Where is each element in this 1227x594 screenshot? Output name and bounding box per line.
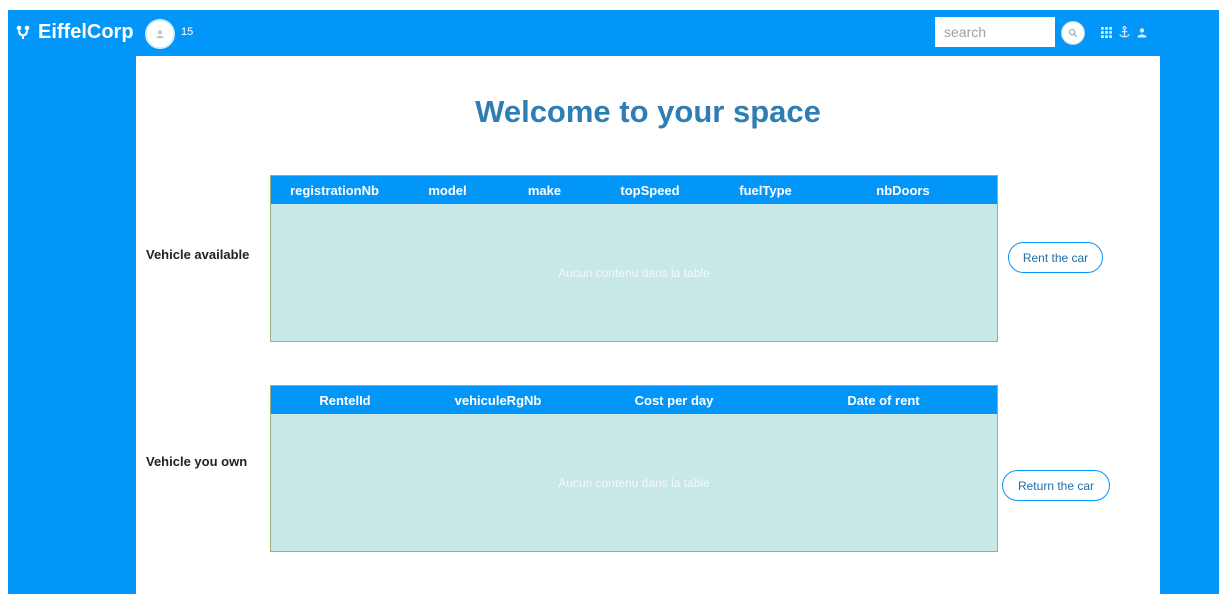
column-header-cost-per-day[interactable]: Cost per day (577, 393, 771, 408)
brand-name: EiffelCorp (38, 20, 134, 43)
header-icons (1100, 25, 1148, 39)
main-panel: Welcome to your space Vehicle available … (136, 56, 1160, 594)
return-the-car-button[interactable]: Return the car (1002, 470, 1110, 501)
available-vehicles-table: registrationNb model make topSpeed fuelT… (270, 175, 998, 342)
column-header-vehiculergnb[interactable]: vehiculeRgNb (419, 393, 577, 408)
empty-table-message: Aucun contenu dans la table (558, 266, 710, 280)
vehicle-available-label: Vehicle available (146, 247, 250, 262)
user-icon[interactable] (1136, 25, 1148, 39)
page-title: Welcome to your space (475, 94, 821, 129)
owned-vehicles-table: RentelId vehiculeRgNb Cost per day Date … (270, 385, 998, 552)
column-header-registrationnb[interactable]: registrationNb (271, 183, 398, 198)
column-header-make[interactable]: make (497, 183, 592, 198)
table-header: RentelId vehiculeRgNb Cost per day Date … (271, 386, 997, 414)
column-header-date-of-rent[interactable]: Date of rent (771, 393, 996, 408)
vehicle-you-own-label: Vehicle you own (146, 454, 248, 469)
search-input[interactable] (935, 17, 1055, 47)
logo-icon (14, 23, 32, 41)
brand-logo[interactable]: EiffelCorp (14, 20, 134, 44)
grid-icon[interactable] (1100, 25, 1112, 39)
empty-table-message: Aucun contenu dans la table (558, 476, 710, 490)
rent-the-car-button[interactable]: Rent the car (1008, 242, 1103, 273)
avatar[interactable] (145, 19, 175, 49)
column-header-fueltype[interactable]: fuelType (708, 183, 823, 198)
user-avatar-icon (156, 30, 164, 39)
search-button[interactable] (1061, 21, 1085, 45)
top-navbar: EiffelCorp 15 (8, 10, 1219, 56)
notification-count: 15 (181, 26, 194, 38)
search-icon (1068, 28, 1078, 38)
column-header-rentelid[interactable]: RentelId (271, 393, 419, 408)
column-header-nbdoors[interactable]: nbDoors (823, 183, 983, 198)
app-frame: EiffelCorp 15 search Welcome to your spa… (8, 10, 1219, 594)
table-header: registrationNb model make topSpeed fuelT… (271, 176, 997, 204)
column-header-topspeed[interactable]: topSpeed (592, 183, 708, 198)
anchor-icon[interactable] (1118, 25, 1130, 39)
column-header-model[interactable]: model (398, 183, 497, 198)
